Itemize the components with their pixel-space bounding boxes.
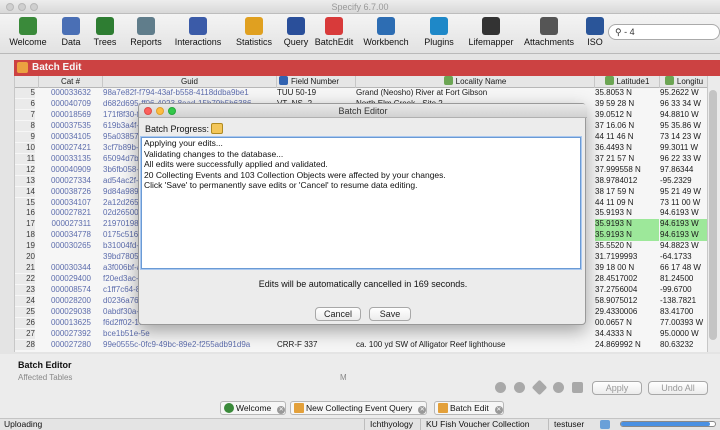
close-tab-icon[interactable]: ✕	[418, 406, 427, 414]
workbench-icon	[377, 17, 395, 35]
status-indicator-icon	[600, 420, 610, 429]
apply-button[interactable]: Apply	[592, 381, 642, 395]
refresh-icon[interactable]	[514, 382, 525, 393]
toolbar-iso-button[interactable]: ISO	[585, 16, 605, 52]
undo-all-button[interactable]: Undo All	[648, 381, 708, 395]
reports-icon	[137, 17, 155, 35]
toolbar-attachments-button[interactable]: Attachments	[520, 16, 578, 52]
lifemapper-icon	[482, 17, 500, 35]
toolbar-label: Workbench	[363, 37, 409, 47]
pencil-icon	[294, 403, 304, 413]
plugins-icon	[430, 17, 448, 35]
status-discipline: Ichthyology	[370, 419, 413, 429]
batchedit-icon	[325, 17, 343, 35]
progress-log-textarea[interactable]: Applying your edits... Validating change…	[141, 137, 581, 269]
tab-welcome-label: Welcome	[236, 403, 272, 413]
attachments-icon	[540, 17, 558, 35]
log-line: All edits were successfully applied and …	[144, 159, 328, 169]
status-collection: KU Fish Voucher Collection	[426, 419, 530, 429]
interactions-icon	[189, 17, 207, 35]
bottom-tab-bar: Welcome ✕ New Collecting Event Query ✕ Bat…	[0, 400, 720, 416]
statistics-icon	[245, 17, 263, 35]
batch-editor-title: Batch Editor	[18, 360, 72, 370]
auto-cancel-countdown: Edits will be automatically cancelled in…	[258, 279, 468, 289]
search-value: - 4	[624, 27, 635, 37]
toolbar-reports-button[interactable]: Reports	[125, 16, 167, 52]
dialog-title: Batch Editor	[338, 106, 388, 116]
folder-icon	[211, 123, 223, 134]
toolbar-welcome-button[interactable]: Welcome	[8, 16, 48, 52]
status-bar: Uploading Ichthyology KU Fish Voucher Co…	[0, 418, 720, 430]
toolbar-label: Interactions	[174, 37, 222, 47]
cancel-button[interactable]: Cancel	[315, 307, 361, 321]
log-line: Click 'Save' to permanently save edits o…	[144, 180, 418, 190]
batch-progress-label: Batch Progress:	[145, 124, 210, 134]
toolbar-label: ISO	[587, 37, 603, 47]
toolbar-label: Attachments	[523, 37, 575, 47]
disabled-action-icon[interactable]	[495, 382, 506, 393]
zoom-dialog-button[interactable]	[168, 107, 176, 115]
close-tab-icon[interactable]: ✕	[277, 406, 286, 414]
circle-icon[interactable]	[553, 382, 564, 393]
iso-icon	[586, 17, 604, 35]
toolbar-trees-button[interactable]: Trees	[88, 16, 122, 52]
close-window-button[interactable]	[6, 3, 14, 11]
tab-new-collecting-event-query[interactable]: New Collecting Event Query ✕	[290, 401, 428, 415]
toolbar-interactions-button[interactable]: Interactions	[170, 16, 226, 52]
pencil-icon	[438, 403, 448, 413]
specify-logo-icon	[19, 17, 37, 35]
tab-batch-edit[interactable]: Batch Edit ✕	[434, 401, 504, 415]
toolbar-label: Statistics	[235, 37, 272, 47]
minimize-dialog-button[interactable]	[156, 107, 164, 115]
toolbar-plugins-button[interactable]: Plugins	[420, 16, 458, 52]
upload-progress-bar	[620, 421, 716, 427]
toolbar-label: Plugins	[424, 37, 454, 47]
specify-logo-icon	[224, 403, 234, 413]
toolbar-label: BatchEdit	[314, 37, 354, 47]
toolbar-label: Trees	[93, 37, 117, 47]
toolbar-batchedit-button[interactable]: BatchEdit	[312, 16, 356, 52]
dialog-titlebar: Batch Editor	[139, 104, 587, 118]
window-titlebar: Specify 6.7.00	[0, 0, 720, 14]
toolbar-label: Data	[61, 37, 81, 47]
toolbar-statistics-button[interactable]: Statistics	[230, 16, 278, 52]
window-title: Specify 6.7.00	[331, 2, 389, 12]
status-user: testuser	[554, 419, 585, 429]
log-line: 20 Collecting Events and 103 Collection …	[144, 169, 446, 180]
query-icon	[287, 17, 305, 35]
close-tab-icon[interactable]: ✕	[494, 406, 503, 414]
data-icon	[62, 17, 80, 35]
toolbar-query-button[interactable]: Query	[283, 16, 309, 52]
close-dialog-button[interactable]	[144, 107, 152, 115]
zoom-window-button[interactable]	[30, 3, 38, 11]
tab-batch-edit-label: Batch Edit	[450, 403, 489, 413]
batch-editor-dialog: Batch Editor Batch Progress: Applying yo…	[138, 103, 587, 325]
upload-progress-fill	[621, 422, 711, 426]
affected-tables-label: Affected Tables	[18, 373, 73, 382]
comment-icon[interactable]	[572, 382, 583, 393]
toolbar-label: Reports	[130, 37, 162, 47]
toolbar-label: Lifemapper	[468, 37, 514, 47]
log-line: Validating changes to the database...	[144, 148, 284, 159]
save-button[interactable]: Save	[369, 307, 411, 321]
minimize-window-button[interactable]	[18, 3, 26, 11]
tab-query-label: New Collecting Event Query	[306, 403, 413, 413]
search-input[interactable]: ⚲ - 4	[608, 24, 720, 40]
search-icon: ⚲	[615, 27, 625, 37]
toolbar-data-button[interactable]: Data	[58, 16, 84, 52]
trees-icon	[96, 17, 114, 35]
batch-editor-sub-right: M	[340, 373, 347, 382]
toolbar-workbench-button[interactable]: Workbench	[360, 16, 412, 52]
log-line: Applying your edits...	[144, 138, 223, 148]
toolbar-lifemapper-button[interactable]: Lifemapper	[466, 16, 516, 52]
toolbar-label: Welcome	[9, 37, 47, 47]
toolbar-label: Query	[283, 37, 309, 47]
tab-welcome[interactable]: Welcome ✕	[220, 401, 287, 415]
status-message: Uploading	[4, 419, 43, 429]
batch-editor-panel: Batch Editor Affected Tables M	[14, 357, 720, 403]
